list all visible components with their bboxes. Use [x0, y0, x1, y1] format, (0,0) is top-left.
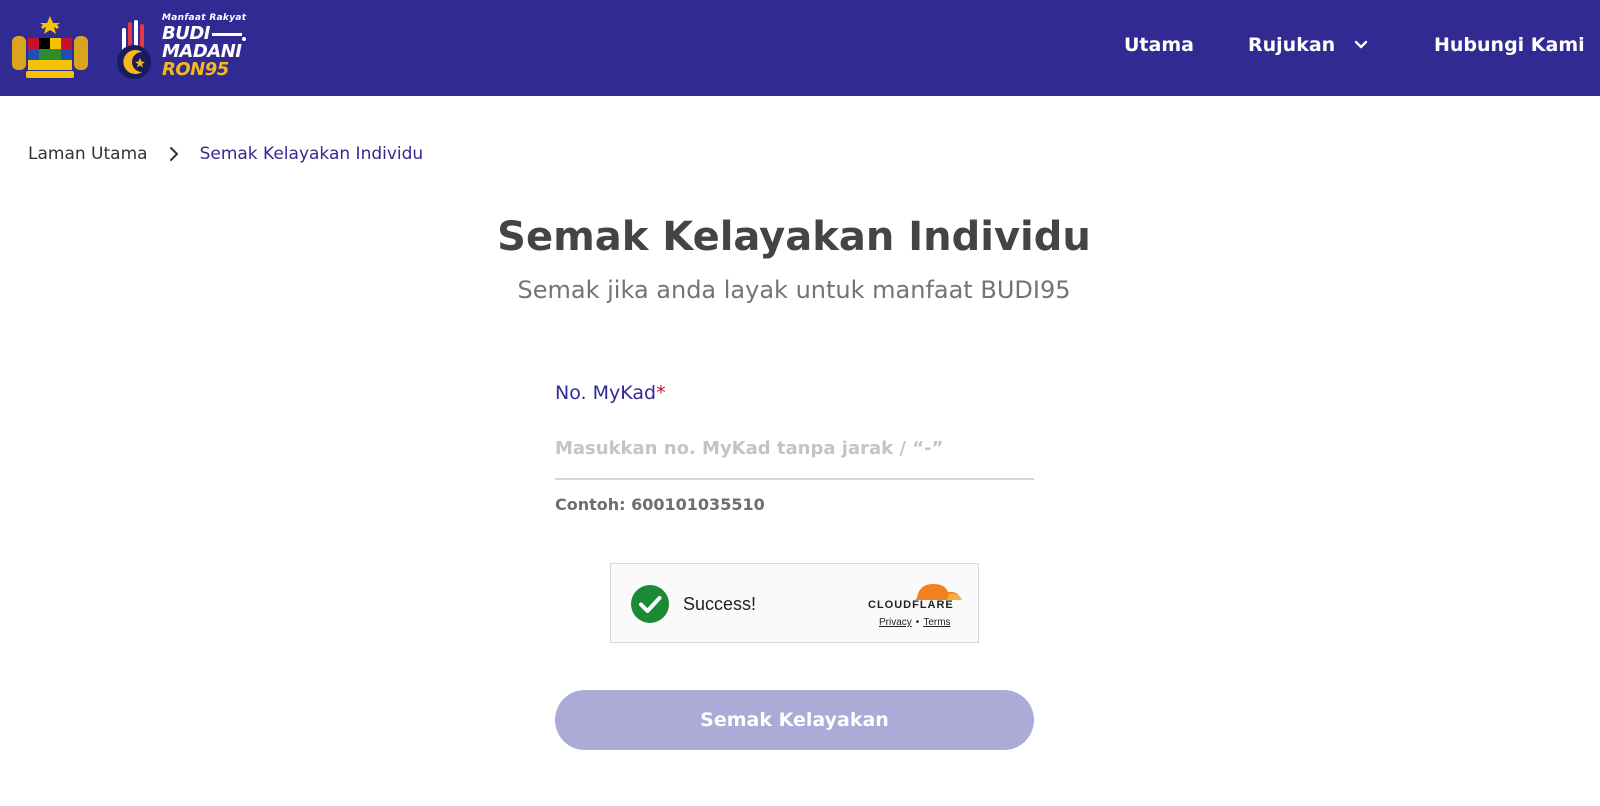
page-title: Semak Kelayakan Individu [497, 214, 1091, 260]
brand-dash [211, 32, 242, 36]
brand-hand-moon-icon [117, 20, 151, 79]
required-asterisk: * [656, 382, 666, 404]
breadcrumb: Laman Utama Semak Kelayakan Individu [28, 144, 423, 164]
chevron-down-icon [1354, 40, 1368, 49]
brand-dot [241, 37, 246, 41]
nav-rujukan-dropdown[interactable]: Rujukan [1248, 34, 1371, 56]
breadcrumb-current: Semak Kelayakan Individu [199, 144, 424, 164]
privacy-link[interactable]: Privacy [879, 617, 912, 628]
mykad-hint: Contoh: 600101035510 [555, 495, 765, 514]
brand-wordmark: Manfaat Rakyat BUDI MADANI RON95 [162, 14, 246, 79]
nav-hubungi-kami[interactable]: Hubungi Kami [1434, 34, 1585, 56]
mykad-input[interactable] [555, 430, 1034, 480]
cloudflare-turnstile-widget[interactable]: Success! CLOUDFLARE Privacy • Terms [610, 563, 979, 643]
nav-utama[interactable]: Utama [1124, 34, 1194, 56]
brand-tagline: Manfaat Rakyat [162, 13, 247, 23]
terms-link[interactable]: Terms [923, 617, 950, 628]
success-check-icon [631, 585, 669, 623]
semak-kelayakan-button[interactable]: Semak Kelayakan [555, 690, 1034, 750]
captcha-status: Success! [683, 594, 757, 614]
cloudflare-links: Privacy • Terms [879, 617, 951, 628]
cloudflare-wordmark: CLOUDFLARE [868, 599, 954, 611]
nav-hubungi-label: Hubungi Kami [1434, 34, 1585, 56]
breadcrumb-home-link[interactable]: Laman Utama [28, 144, 148, 164]
mykad-label-text: No. MyKad [555, 382, 657, 404]
nav-rujukan-label: Rujukan [1248, 34, 1336, 56]
mykad-label: No. MyKad* [555, 382, 666, 404]
chevron-right-icon [169, 147, 178, 161]
coat-of-arms-logo[interactable] [8, 14, 92, 80]
links-separator: • [915, 617, 920, 628]
budi-madani-logo[interactable]: Manfaat Rakyat BUDI MADANI RON95 [112, 14, 252, 82]
site-header: Manfaat Rakyat BUDI MADANI RON95 Utama R… [0, 0, 1600, 96]
page-subtitle: Semak jika anda layak untuk manfaat BUDI… [517, 276, 1071, 304]
brand-line-3: RON95 [162, 59, 229, 80]
nav-utama-label: Utama [1124, 34, 1194, 56]
